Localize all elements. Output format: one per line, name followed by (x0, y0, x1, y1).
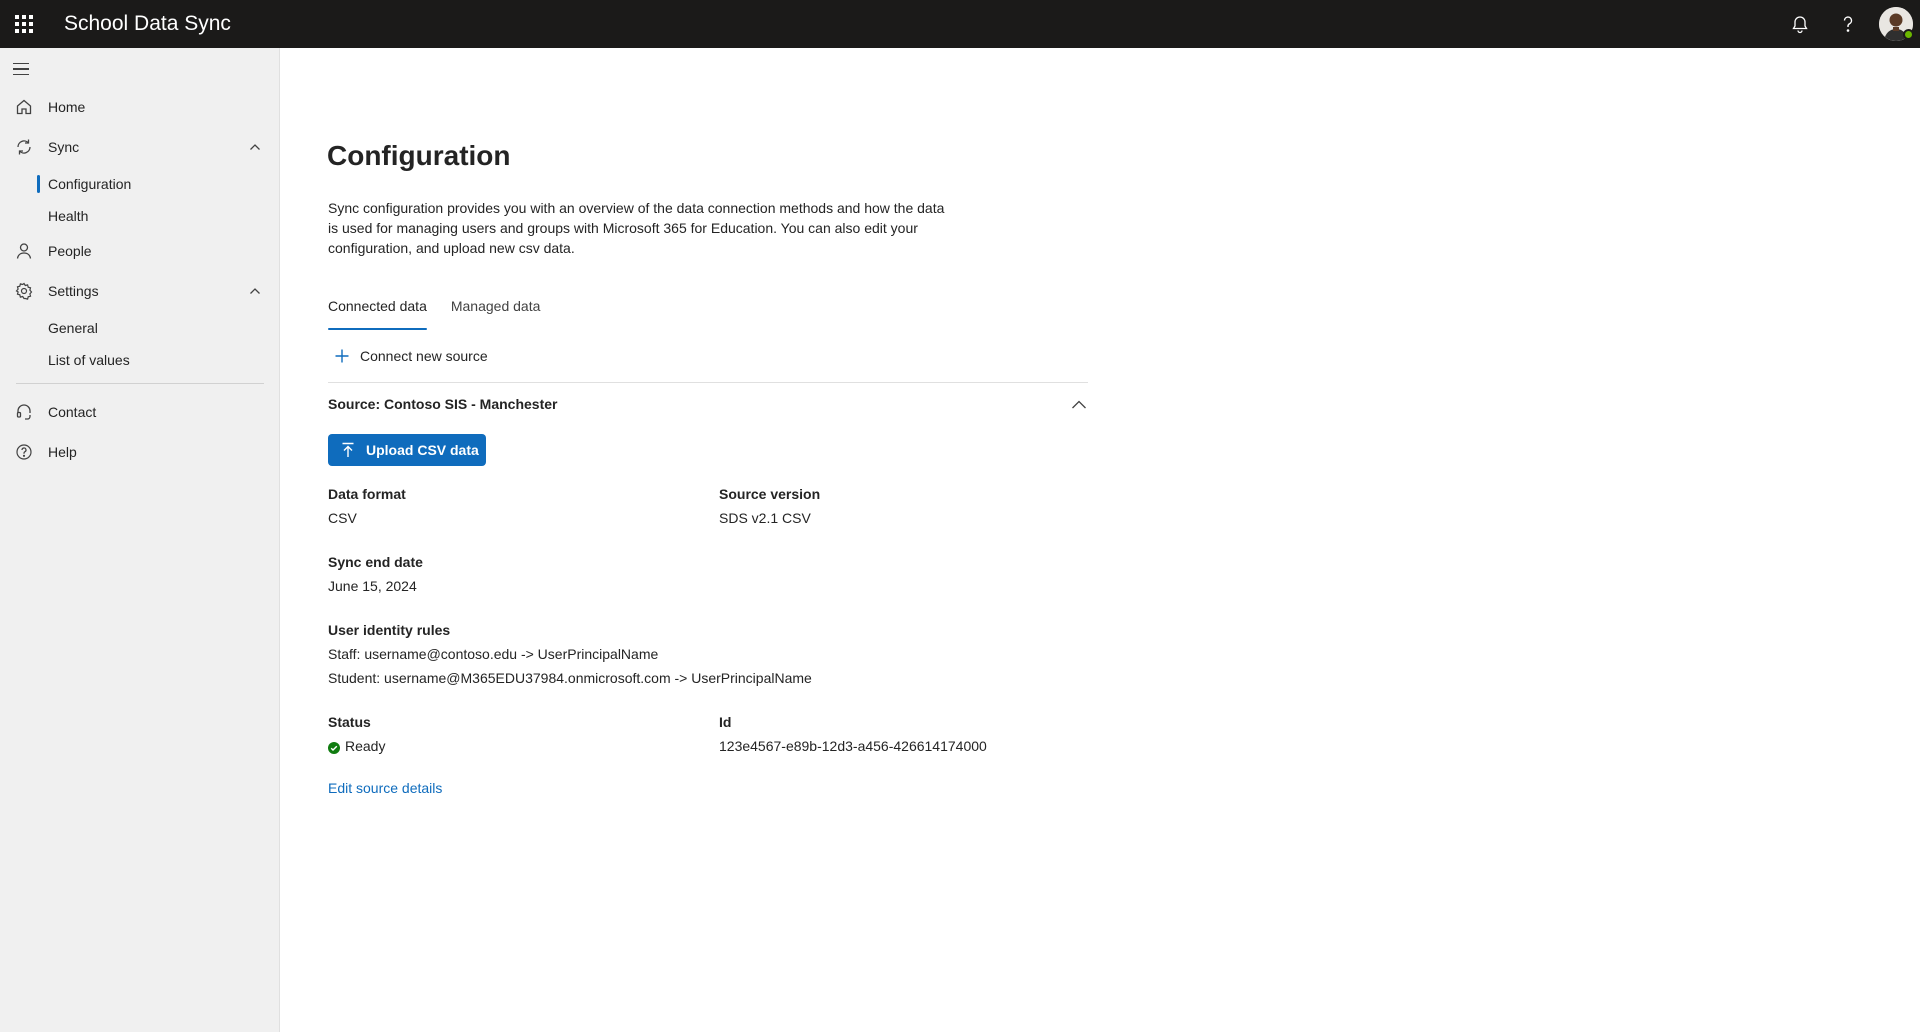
collapse-source-chevron-up-icon[interactable] (1070, 396, 1088, 414)
nav-sub-item-label: List of values (48, 352, 130, 368)
nav-sub-item-general[interactable]: General (0, 314, 280, 342)
nav-item-settings[interactable]: Settings (0, 274, 280, 308)
identity-rule-staff: Staff: username@contoso.edu -> UserPrinc… (328, 646, 659, 662)
nav-item-contact[interactable]: Contact (0, 395, 280, 429)
app-title[interactable]: School Data Sync (64, 12, 231, 36)
id-label: Id (719, 714, 732, 730)
id-value: 123e4567-e89b-12d3-a456-426614174000 (719, 738, 987, 754)
collapse-nav-icon[interactable] (13, 58, 35, 80)
selected-indicator (37, 175, 40, 193)
top-bar: School Data Sync (0, 0, 1920, 48)
data-format-value: CSV (328, 510, 357, 526)
data-format-label: Data format (328, 486, 406, 502)
nav-item-label: Sync (48, 139, 80, 155)
nav-sub-item-label: Health (48, 208, 89, 224)
nav-item-label: Settings (48, 283, 99, 299)
nav-sub-item-configuration[interactable]: Configuration (0, 170, 280, 198)
chevron-up-icon[interactable] (247, 139, 263, 155)
nav-sub-item-list-of-values[interactable]: List of values (0, 346, 280, 374)
nav-item-label: Home (48, 99, 86, 115)
page-description: Sync configuration provides you with an … (328, 200, 945, 256)
nav-item-label: People (48, 243, 92, 259)
app-launcher-icon[interactable] (0, 0, 48, 48)
user-identity-rules-label: User identity rules (328, 622, 451, 638)
nav-item-label: Contact (48, 404, 97, 420)
nav-item-help[interactable]: Help (0, 435, 280, 469)
nav-item-label: Help (48, 444, 77, 460)
sync-end-date-label: Sync end date (328, 554, 423, 570)
home-icon (14, 97, 34, 117)
nav-item-sync[interactable]: Sync (0, 130, 280, 164)
main-content: Configuration Sync configuration provide… (280, 48, 1920, 1032)
tab-list: Connected data Managed data (328, 296, 564, 330)
navigation-sidebar: Home Sync Configuration Health People Se… (0, 48, 280, 1032)
identity-rule-student: Student: username@M365EDU37984.onmicroso… (328, 670, 812, 686)
section-divider (328, 382, 1088, 383)
page-title: Configuration (327, 140, 511, 171)
nav-sub-item-label: Configuration (48, 176, 132, 192)
status-text: Ready (345, 738, 386, 754)
checkmark-circle-icon (328, 742, 340, 754)
upload-csv-button[interactable]: Upload CSV data (328, 434, 486, 466)
status-value: Ready (328, 738, 385, 754)
help-question-icon[interactable] (1824, 0, 1872, 48)
nav-sub-item-health[interactable]: Health (0, 202, 280, 230)
source-header-title: Source: Contoso SIS - Manchester (328, 396, 558, 412)
user-avatar[interactable] (1872, 0, 1920, 48)
gear-icon (14, 281, 34, 301)
notifications-bell-icon[interactable] (1776, 0, 1824, 48)
source-version-label: Source version (719, 486, 821, 502)
upload-arrow-icon (340, 442, 356, 458)
nav-item-home[interactable]: Home (0, 90, 280, 124)
add-icon (334, 348, 350, 364)
presence-status-icon (1903, 29, 1914, 40)
tab-managed-data[interactable]: Managed data (451, 296, 541, 330)
nav-sub-item-label: General (48, 320, 98, 336)
status-label: Status (328, 714, 371, 730)
nav-item-people[interactable]: People (0, 234, 280, 268)
upload-csv-label: Upload CSV data (366, 442, 479, 458)
question-circle-icon (14, 442, 34, 462)
connect-new-source-button[interactable]: Connect new source (334, 344, 488, 368)
headset-icon (14, 402, 34, 422)
edit-source-details-link[interactable]: Edit source details (328, 780, 442, 796)
nav-divider (16, 383, 264, 384)
chevron-up-icon[interactable] (247, 283, 263, 299)
tab-connected-data[interactable]: Connected data (328, 296, 427, 330)
connect-new-source-label: Connect new source (360, 348, 488, 364)
person-icon (14, 241, 34, 261)
sync-end-date-value: June 15, 2024 (328, 578, 417, 594)
source-version-value: SDS v2.1 CSV (719, 510, 811, 526)
sync-icon (14, 137, 34, 157)
